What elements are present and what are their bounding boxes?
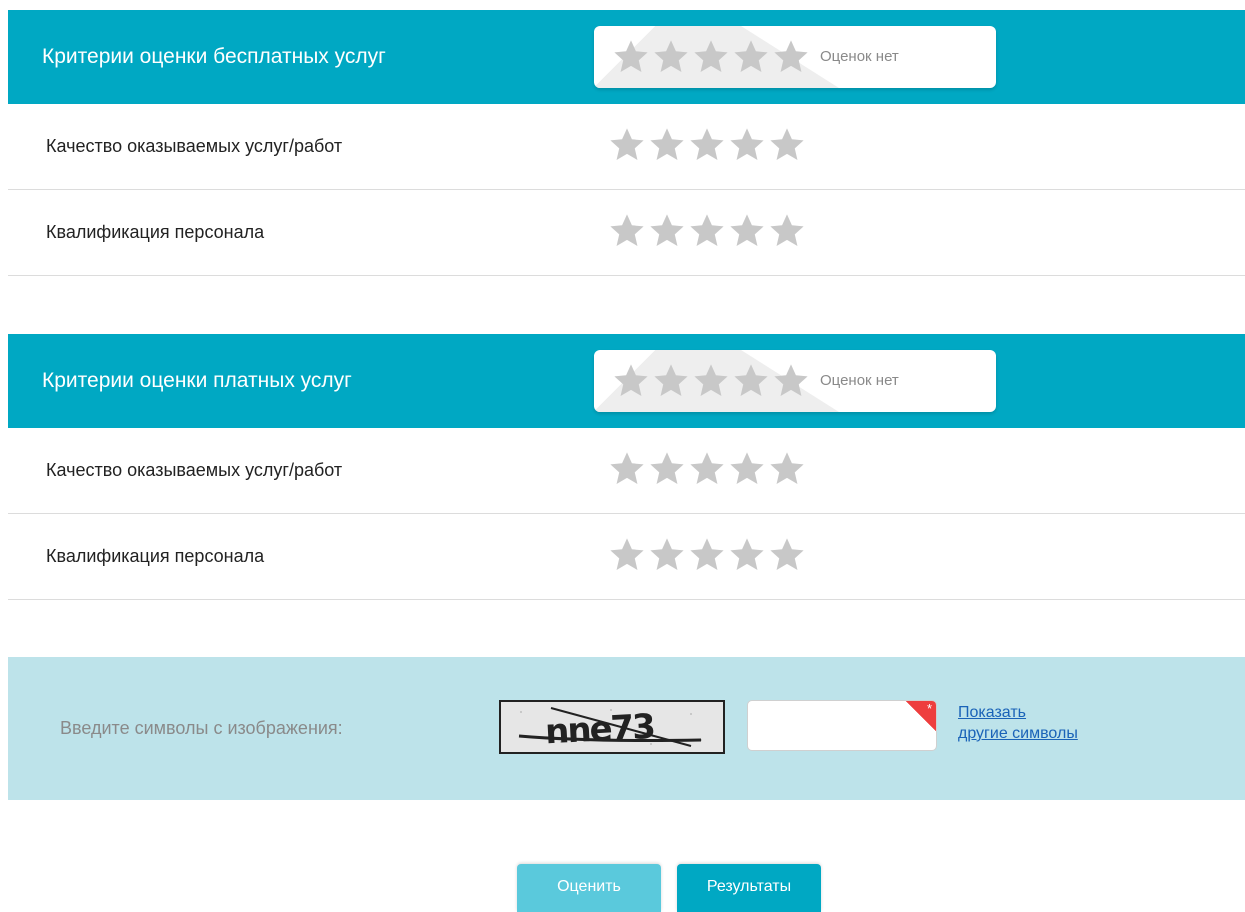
criterion-label: Квалификация персонала (46, 222, 265, 242)
criterion-label: Качество оказываемых услуг/работ (46, 460, 343, 480)
refresh-link-line2: другие символы (958, 725, 1078, 742)
criterion-row: Квалификация персонала (8, 190, 1245, 276)
rating-summary: Оценок нет (594, 350, 996, 412)
star-icon[interactable] (608, 212, 646, 250)
star-icon (772, 38, 810, 76)
star-icon (732, 362, 770, 400)
summary-stars (612, 362, 810, 400)
star-icon (692, 38, 730, 76)
star-icon[interactable] (768, 126, 806, 164)
captcha-panel: Введите символы с изображения: nne73 * П… (8, 657, 1245, 800)
captcha-graphic: nne73 (501, 702, 723, 752)
star-icon[interactable] (648, 212, 686, 250)
refresh-link-line1: Показать (958, 704, 1027, 721)
refresh-captcha-link[interactable]: Показать другие символы (958, 702, 1078, 744)
star-rating[interactable] (608, 126, 806, 164)
star-rating[interactable] (608, 450, 806, 488)
section-paid-services: Критерии оценки платных услуг Оценок нет… (8, 334, 1245, 600)
star-icon (652, 362, 690, 400)
section-header: Критерии оценки бесплатных услуг Оценок … (8, 10, 1245, 104)
star-icon[interactable] (688, 536, 726, 574)
star-icon[interactable] (728, 450, 766, 488)
criterion-row: Качество оказываемых услуг/работ (8, 104, 1245, 190)
results-button[interactable]: Результаты (677, 864, 821, 912)
summary-text: Оценок нет (820, 48, 899, 65)
star-icon (692, 362, 730, 400)
star-icon (612, 38, 650, 76)
summary-text: Оценок нет (820, 372, 899, 389)
star-icon[interactable] (688, 450, 726, 488)
star-icon (612, 362, 650, 400)
rate-button[interactable]: Оценить (517, 864, 661, 912)
star-icon[interactable] (608, 536, 646, 574)
criterion-label: Качество оказываемых услуг/работ (46, 136, 343, 156)
star-icon[interactable] (728, 536, 766, 574)
required-mark: * (926, 701, 932, 716)
captcha-text: nne73 (544, 707, 655, 752)
section-free-services: Критерии оценки бесплатных услуг Оценок … (8, 10, 1245, 276)
star-icon (652, 38, 690, 76)
star-icon[interactable] (648, 126, 686, 164)
star-icon[interactable] (608, 450, 646, 488)
star-icon[interactable] (728, 212, 766, 250)
captcha-label: Введите символы с изображения: (60, 718, 343, 738)
star-icon[interactable] (688, 126, 726, 164)
star-icon[interactable] (648, 536, 686, 574)
star-icon[interactable] (768, 212, 806, 250)
criterion-row: Качество оказываемых услуг/работ (8, 428, 1245, 514)
section-title: Критерии оценки бесплатных услуг (42, 45, 386, 68)
star-icon[interactable] (768, 450, 806, 488)
star-rating[interactable] (608, 212, 806, 250)
criterion-row: Квалификация персонала (8, 514, 1245, 600)
rating-summary: Оценок нет (594, 26, 996, 88)
captcha-input-wrapper: * (747, 700, 937, 751)
section-title: Критерии оценки платных услуг (42, 369, 352, 392)
star-icon[interactable] (688, 212, 726, 250)
star-icon[interactable] (768, 536, 806, 574)
star-icon[interactable] (728, 126, 766, 164)
star-rating[interactable] (608, 536, 806, 574)
captcha-image: nne73 (499, 700, 725, 754)
star-icon (772, 362, 810, 400)
section-header: Критерии оценки платных услуг Оценок нет (8, 334, 1245, 428)
star-icon[interactable] (648, 450, 686, 488)
star-icon (732, 38, 770, 76)
star-icon[interactable] (608, 126, 646, 164)
criterion-label: Квалификация персонала (46, 546, 265, 566)
summary-stars (612, 38, 810, 76)
